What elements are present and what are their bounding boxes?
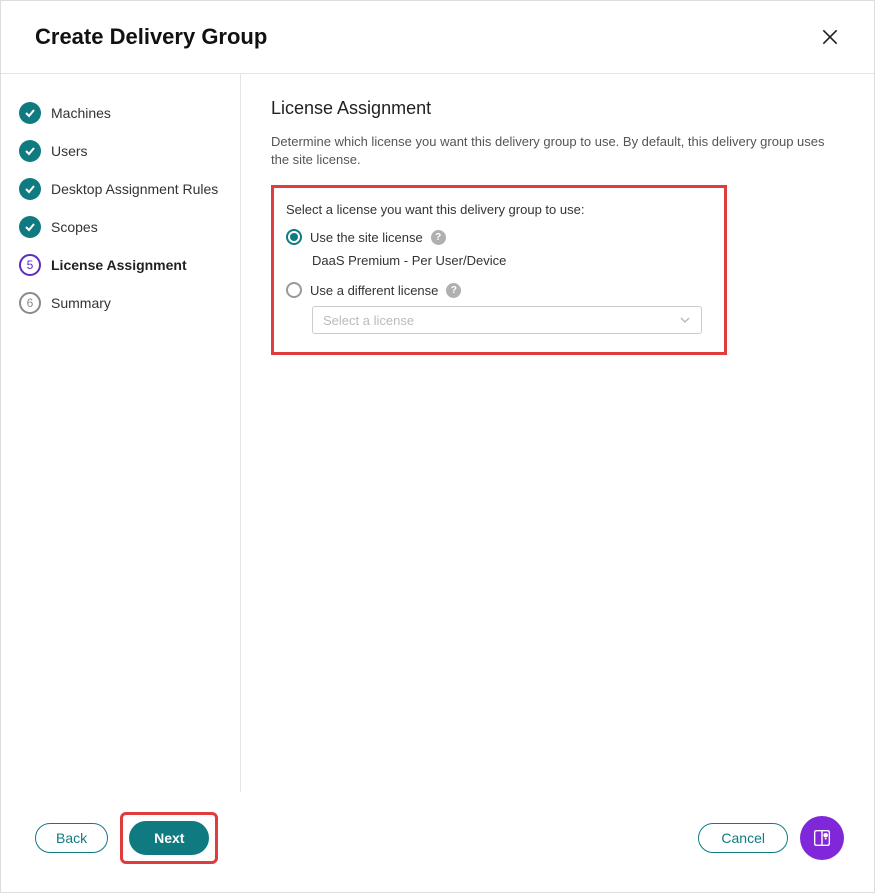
radio-label: Use a different license xyxy=(310,283,438,298)
radio-icon xyxy=(286,282,302,298)
step-label: Users xyxy=(51,143,88,159)
close-icon xyxy=(820,27,840,47)
step-number-icon: 6 xyxy=(19,292,41,314)
step-users[interactable]: Users xyxy=(19,132,228,170)
next-button[interactable]: Next xyxy=(129,821,209,855)
close-button[interactable] xyxy=(816,23,844,51)
checkmark-icon xyxy=(19,140,41,162)
checkmark-icon xyxy=(19,102,41,124)
step-label: Machines xyxy=(51,105,111,121)
license-selection-box: Select a license you want this delivery … xyxy=(271,185,727,355)
help-icon[interactable]: ? xyxy=(446,283,461,298)
modal-footer: Back Next Cancel xyxy=(1,792,874,892)
step-machines[interactable]: Machines xyxy=(19,94,228,132)
site-license-value: DaaS Premium - Per User/Device xyxy=(312,253,708,268)
step-desktop-rules[interactable]: Desktop Assignment Rules xyxy=(19,170,228,208)
modal-body: Machines Users Desktop Assignment Rules … xyxy=(1,73,874,792)
content-panel: License Assignment Determine which licen… xyxy=(241,74,874,792)
cancel-button[interactable]: Cancel xyxy=(698,823,788,853)
step-summary[interactable]: 6 Summary xyxy=(19,284,228,322)
next-button-highlight: Next xyxy=(120,812,218,864)
radio-icon xyxy=(286,229,302,245)
footer-left: Back Next xyxy=(35,812,218,864)
footer-right: Cancel xyxy=(698,816,844,860)
chevron-down-icon xyxy=(679,314,691,326)
create-delivery-group-modal: Create Delivery Group Machines Users xyxy=(0,0,875,893)
back-button[interactable]: Back xyxy=(35,823,108,853)
radio-label: Use the site license xyxy=(310,230,423,245)
help-fab-button[interactable] xyxy=(800,816,844,860)
lightbulb-book-icon xyxy=(811,827,833,849)
select-label: Select a license you want this delivery … xyxy=(286,202,708,217)
step-license-assignment[interactable]: 5 License Assignment xyxy=(19,246,228,284)
step-number-icon: 5 xyxy=(19,254,41,276)
help-icon[interactable]: ? xyxy=(431,230,446,245)
checkmark-icon xyxy=(19,178,41,200)
step-label: Summary xyxy=(51,295,111,311)
step-scopes[interactable]: Scopes xyxy=(19,208,228,246)
step-label: Scopes xyxy=(51,219,98,235)
step-label: Desktop Assignment Rules xyxy=(51,181,218,197)
content-description: Determine which license you want this de… xyxy=(271,133,844,169)
content-heading: License Assignment xyxy=(271,98,844,119)
license-select-dropdown[interactable]: Select a license xyxy=(312,306,702,334)
wizard-steps-sidebar: Machines Users Desktop Assignment Rules … xyxy=(1,74,241,792)
step-label: License Assignment xyxy=(51,257,187,273)
modal-title: Create Delivery Group xyxy=(35,24,267,50)
modal-header: Create Delivery Group xyxy=(1,1,874,73)
checkmark-icon xyxy=(19,216,41,238)
radio-use-site-license[interactable]: Use the site license ? xyxy=(286,229,708,245)
radio-use-different-license[interactable]: Use a different license ? xyxy=(286,282,708,298)
select-placeholder: Select a license xyxy=(323,313,414,328)
